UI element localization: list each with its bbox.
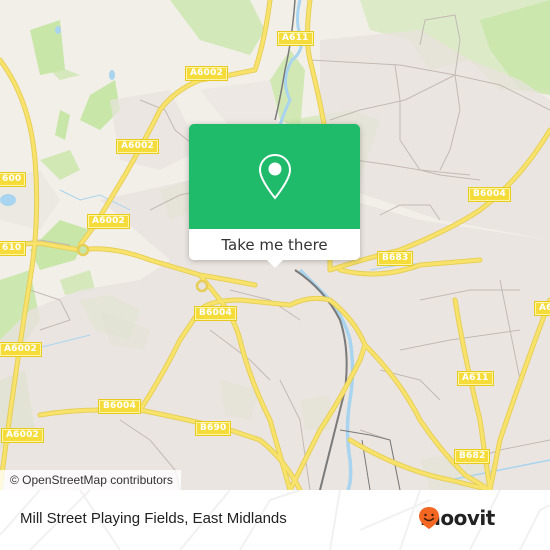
road-label: B683	[376, 251, 414, 266]
popup-header	[189, 124, 360, 229]
road-label: A6002	[184, 66, 229, 81]
road-label: 610	[0, 241, 27, 256]
footer-bar: Mill Street Playing Fields, East Midland…	[0, 490, 550, 550]
take-me-there-button[interactable]: Take me there	[189, 229, 360, 260]
road-label: A6002	[0, 342, 43, 357]
place-title: Mill Street Playing Fields, East Midland…	[20, 510, 287, 527]
road-label: 600	[0, 172, 27, 187]
popup-pointer	[267, 260, 283, 268]
map-view[interactable]: A611 A6002 A6002 A6002 600 610 B6004 B68…	[0, 0, 550, 490]
map-attribution[interactable]: © OpenStreetMap contributors	[0, 470, 181, 490]
road-label: A6	[534, 301, 550, 316]
moovit-smiley-pin-icon	[419, 507, 439, 529]
road-label: A611	[277, 31, 314, 46]
road-label: B690	[194, 421, 232, 436]
road-label: A611	[457, 371, 494, 386]
destination-popup: Take me there	[189, 124, 360, 268]
road-label: A6002	[0, 428, 45, 443]
road-label: A6002	[115, 139, 160, 154]
road-label: A6002	[86, 214, 131, 229]
map-pin-icon	[258, 153, 291, 200]
road-label: B6004	[98, 399, 141, 414]
moovit-logo[interactable]: moovit	[418, 506, 495, 530]
road-label: B6004	[468, 187, 511, 202]
road-label: B682	[453, 449, 491, 464]
road-label: B6004	[194, 306, 237, 321]
